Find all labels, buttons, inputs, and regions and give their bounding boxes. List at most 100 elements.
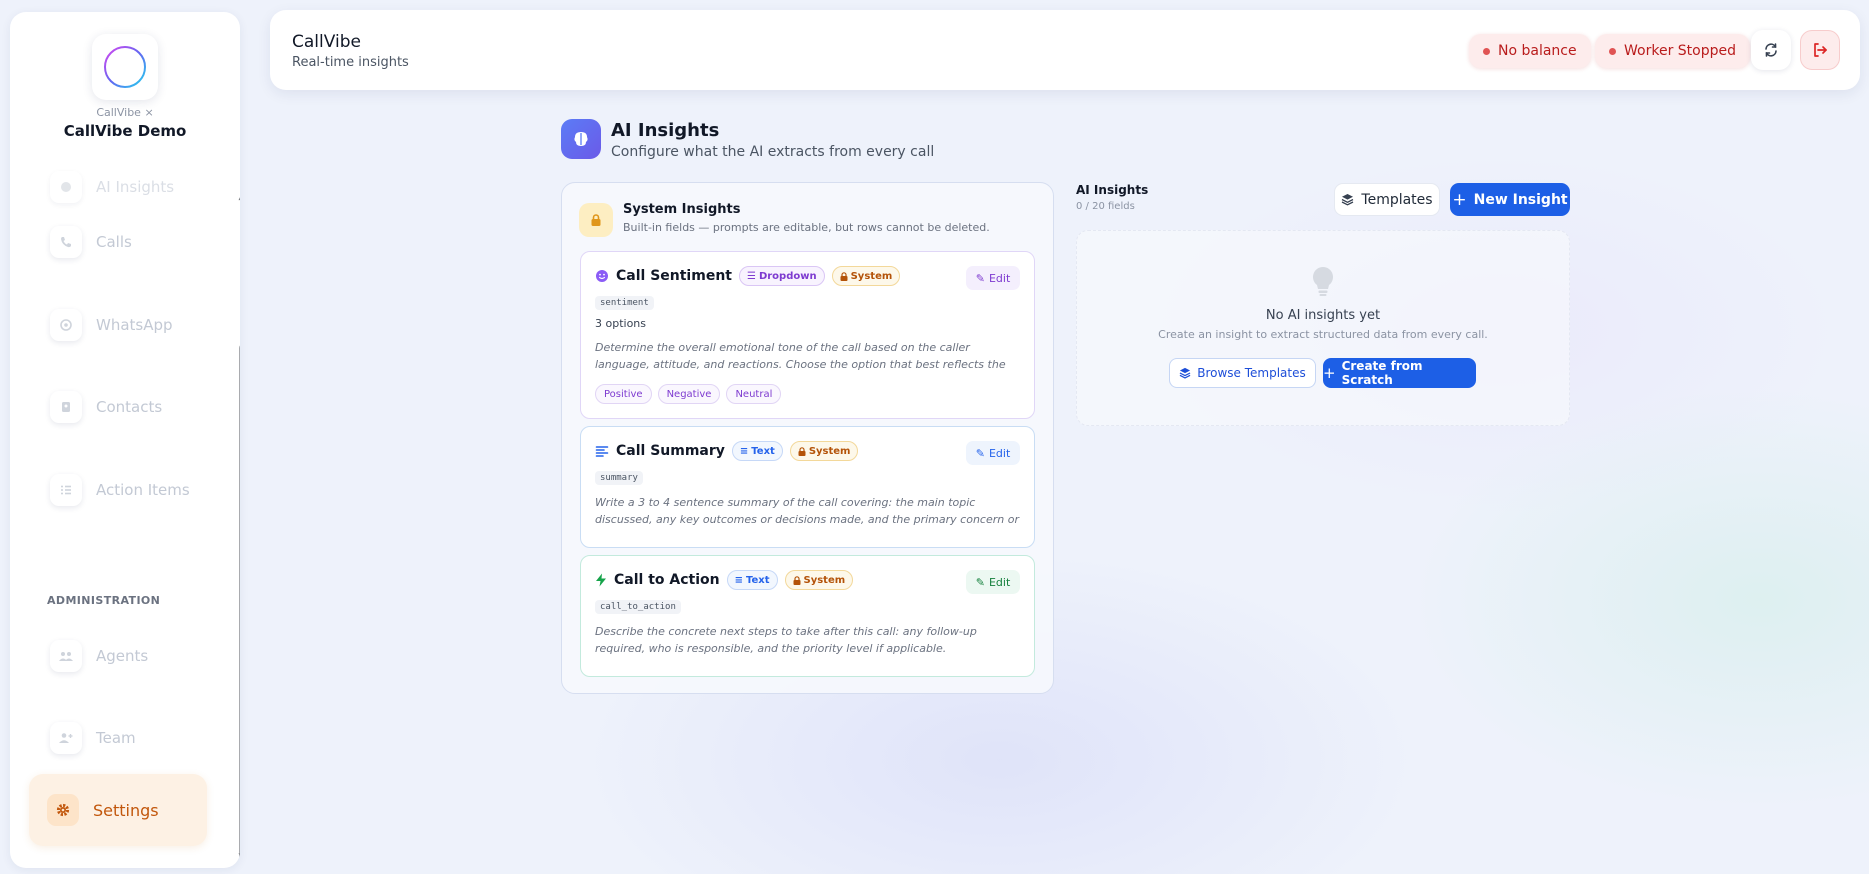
system-tag: System	[831, 266, 901, 286]
system-tag: System	[784, 570, 854, 590]
sidebar-item-label: Team	[96, 729, 136, 747]
page-brain-icon	[561, 119, 601, 159]
card-description: Describe the concrete next steps to take…	[595, 625, 977, 655]
lightbulb-icon	[1313, 267, 1333, 296]
lock-icon	[840, 271, 848, 281]
sidebar-item-whatsapp[interactable]: WhatsApp	[50, 308, 173, 342]
status-dot-icon	[1609, 47, 1616, 55]
text-lines-icon	[595, 446, 609, 457]
lock-icon	[793, 575, 800, 585]
sidebar-item-label: Contacts	[96, 398, 163, 416]
type-tag: ≡ Text	[726, 570, 778, 590]
plus-icon: +	[1323, 364, 1336, 382]
phone-icon	[50, 226, 82, 258]
card-title: Call to Action	[614, 572, 720, 588]
scroll-down-arrow[interactable]: ▼	[236, 852, 240, 862]
users-group-icon	[50, 640, 82, 672]
system-tag: System	[789, 441, 859, 461]
field-key: sentiment	[595, 296, 654, 310]
pencil-icon: ✎	[975, 575, 985, 589]
text-align-icon: ≡	[734, 574, 743, 586]
option-chip: Positive	[595, 384, 652, 404]
smile-icon	[596, 270, 608, 282]
type-tag-label: Text	[751, 445, 775, 457]
option-chip: Neutral	[726, 384, 782, 404]
empty-state-title: No AI insights yet	[1265, 308, 1381, 323]
worker-status-badge[interactable]: Worker Stopped	[1595, 34, 1750, 68]
type-tag-label: Dropdown	[758, 270, 817, 282]
balance-status-badge[interactable]: No balance	[1469, 34, 1591, 68]
new-insight-button[interactable]: + New Insight	[1450, 183, 1570, 216]
gear-icon	[47, 794, 79, 826]
lock-icon	[798, 446, 806, 456]
logout-button[interactable]	[1800, 30, 1840, 70]
sidebar-item-action-items[interactable]: Action Items	[50, 473, 190, 507]
pencil-icon: ✎	[975, 271, 985, 285]
worker-status-label: Worker Stopped	[1624, 43, 1736, 59]
field-key: call_to_action	[595, 600, 681, 614]
page-title: AI Insights	[611, 120, 720, 141]
options-count: 3 options	[595, 317, 647, 330]
sidebar-item-team[interactable]: Team	[50, 721, 136, 755]
logout-icon	[1814, 43, 1827, 57]
app-logo[interactable]	[92, 34, 158, 100]
system-insights-subtitle: Built-in fields — prompts are editable, …	[623, 221, 990, 234]
insight-card-summary: Call Summary ≡ Text System ✎ Edit summar…	[580, 426, 1035, 548]
templates-button[interactable]: Templates	[1334, 183, 1440, 216]
sidebar-item-contacts[interactable]: Contacts	[50, 390, 162, 424]
system-tag-label: System	[808, 445, 851, 457]
brain-icon	[50, 171, 82, 203]
ai-insights-title: AI Insights	[1076, 183, 1149, 197]
insight-card-sentiment: Call Sentiment ☰ Dropdown System ✎ Edit …	[580, 251, 1035, 419]
new-insight-label: New Insight	[1473, 191, 1568, 208]
lightning-icon	[596, 573, 606, 587]
refresh-button[interactable]	[1751, 30, 1791, 70]
text-align-icon: ≡	[739, 445, 749, 457]
header-title: CallVibe	[292, 32, 361, 52]
user-plus-icon	[50, 722, 82, 754]
browse-templates-label: Browse Templates	[1197, 366, 1306, 380]
edit-button[interactable]: ✎ Edit	[966, 266, 1020, 290]
sidebar-item-calls[interactable]: Calls	[50, 225, 132, 259]
edit-label: Edit	[988, 271, 1011, 285]
card-title: Call Summary	[616, 443, 725, 459]
edit-button[interactable]: ✎ Edit	[966, 441, 1020, 465]
layers-icon	[1342, 194, 1354, 206]
balance-status-label: No balance	[1498, 43, 1577, 59]
page-subtitle: Configure what the AI extracts from ever…	[611, 144, 935, 160]
edit-label: Edit	[988, 575, 1011, 589]
browse-templates-button[interactable]: Browse Templates	[1169, 358, 1316, 388]
sidebar-item-label: Agents	[96, 647, 149, 665]
insight-card-call-to-action: Call to Action ≡ Text System ✎ Edit call…	[580, 555, 1035, 677]
system-tag-label: System	[803, 574, 846, 586]
sidebar-item-label: WhatsApp	[96, 316, 173, 334]
empty-state-subtitle: Create an insight to extract structured …	[1158, 328, 1488, 341]
sidebar-item-agents[interactable]: Agents	[50, 639, 148, 673]
workspace-name: CallVibe Demo	[63, 122, 187, 140]
field-key: summary	[595, 471, 643, 485]
lock-icon	[579, 203, 613, 237]
type-tag: ☰ Dropdown	[738, 266, 825, 286]
refresh-icon	[1765, 43, 1777, 57]
type-tag-label: Text	[745, 574, 770, 586]
sidebar-item-ai-insights[interactable]: AI Insights	[50, 170, 174, 204]
status-dot-icon	[1483, 47, 1490, 55]
header-subtitle: Real-time insights	[292, 55, 409, 70]
sidebar-item-settings[interactable]: Settings	[29, 774, 207, 846]
sidebar-scrollbar-thumb[interactable]	[239, 344, 240, 860]
system-tag-label: System	[850, 270, 893, 282]
sidebar-item-label: Action Items	[96, 481, 190, 499]
sidebar-item-label: Settings	[93, 800, 159, 820]
waveform-logo-icon	[104, 46, 146, 88]
whatsapp-icon	[50, 309, 82, 341]
card-title: Call Sentiment	[616, 268, 732, 284]
system-insights-title: System Insights	[623, 202, 741, 217]
contact-book-icon	[50, 391, 82, 423]
option-chip: Negative	[657, 384, 721, 404]
section-label-administration: ADMINISTRATION	[47, 594, 161, 607]
system-insights-panel: System Insights Built-in fields — prompt…	[561, 182, 1054, 694]
edit-button[interactable]: ✎ Edit	[966, 570, 1020, 594]
create-from-scratch-label: Create from Scratch	[1341, 359, 1423, 387]
create-from-scratch-button[interactable]: + Create from Scratch	[1323, 358, 1476, 388]
scroll-up-arrow[interactable]: ▲	[236, 192, 240, 202]
